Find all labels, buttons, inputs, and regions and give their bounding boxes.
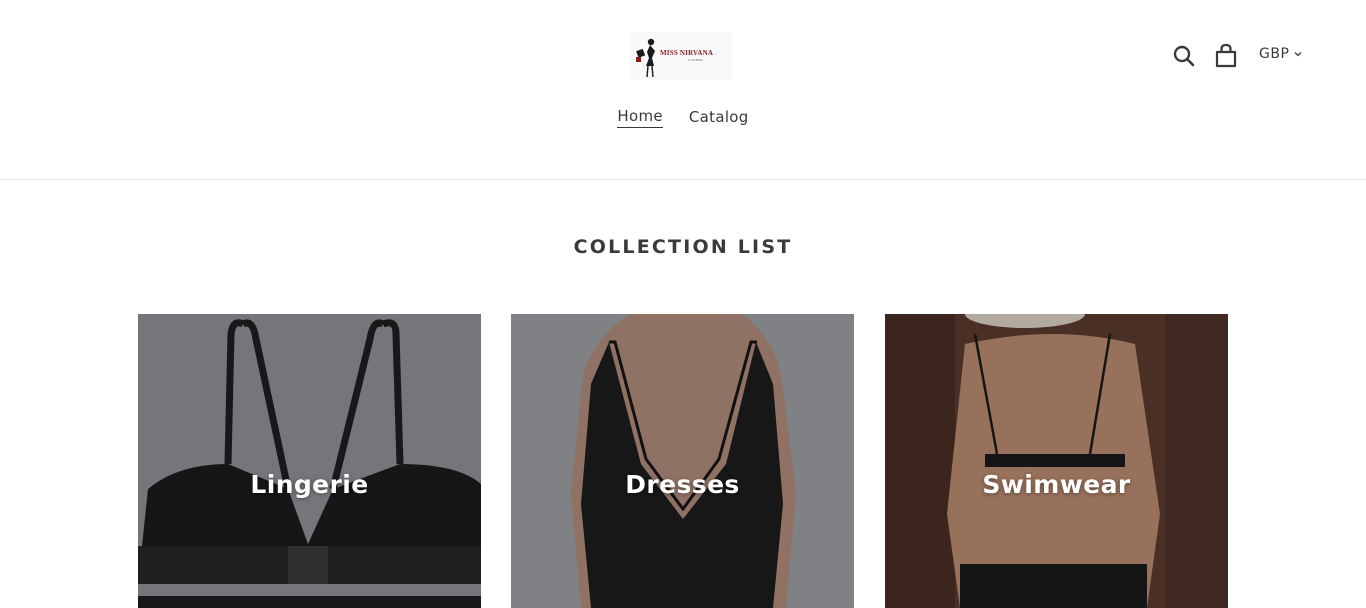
chevron-down-icon (1294, 52, 1302, 57)
cart-button[interactable] (1213, 42, 1239, 70)
cart-icon (1215, 43, 1237, 68)
logo-tagline: CLOTHING (688, 58, 704, 62)
search-icon (1173, 45, 1195, 67)
main-nav: Home Catalog (0, 106, 1366, 128)
currency-selector[interactable]: GBP (1259, 46, 1302, 62)
collection-label: Dresses (625, 470, 740, 499)
currency-value: GBP (1259, 46, 1290, 62)
nav-item-home[interactable]: Home (617, 106, 663, 128)
logo-text: MISS NIRVANA (660, 49, 714, 57)
search-button[interactable] (1171, 42, 1197, 70)
site-logo[interactable]: MISS NIRVANA CLOTHING (630, 32, 732, 80)
nav-item-catalog[interactable]: Catalog (689, 106, 749, 128)
collection-label: Swimwear (982, 470, 1131, 499)
logo-figure-icon (636, 38, 655, 78)
collection-card-swimwear[interactable]: Swimwear (885, 314, 1228, 608)
site-header: MISS NIRVANA CLOTHING Home Catalog GBP (0, 0, 1366, 180)
collection-label: Lingerie (250, 470, 369, 499)
section-title: COLLECTION LIST (573, 236, 793, 258)
collection-card-dresses[interactable]: Dresses (511, 314, 854, 608)
collection-card-lingerie[interactable]: Lingerie (138, 314, 481, 608)
